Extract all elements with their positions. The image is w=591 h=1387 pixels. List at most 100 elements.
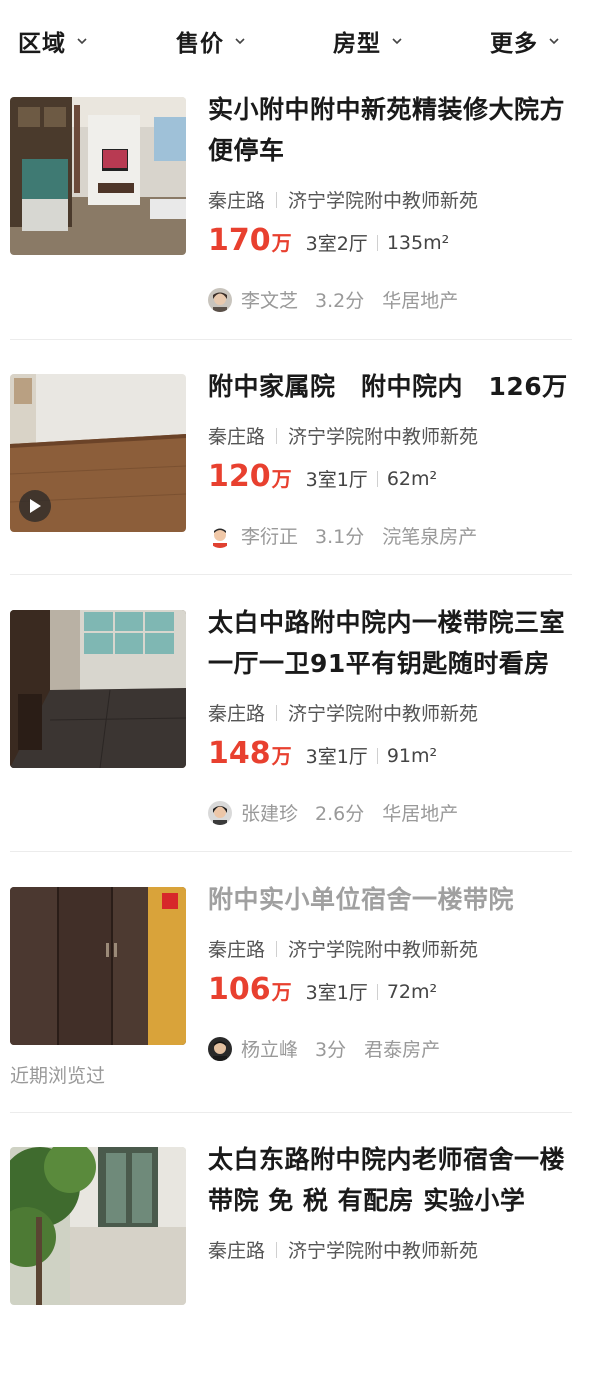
listing-specs: 3室1厅 91m² <box>306 742 438 769</box>
listing-photo[interactable] <box>10 97 186 255</box>
agent-company: 浣笔泉房产 <box>382 526 478 548</box>
agent-score: 3分 <box>315 1039 347 1061</box>
filter-region[interactable]: 区域 <box>18 24 88 58</box>
listing-area: 91m² <box>386 744 438 767</box>
listing-district: 秦庄路 <box>208 426 266 448</box>
agent-name: 李衍正 <box>241 526 299 548</box>
agent-name: 李文芝 <box>241 290 299 312</box>
listing-layout: 3室1厅 <box>305 469 368 491</box>
play-icon <box>30 499 41 513</box>
listing-divider <box>10 1112 572 1113</box>
filter-price[interactable]: 售价 <box>176 24 246 58</box>
divider <box>376 234 378 251</box>
listing-title[interactable]: 实小附中附中新苑精装修大院方便停车 <box>208 89 580 171</box>
listing-community: 济宁学院附中教师新苑 <box>288 1240 479 1262</box>
chevron-down-icon <box>549 38 559 45</box>
chevron-down-icon <box>77 38 87 45</box>
listing-title[interactable]: 太白中路附中院内一楼带院三室一厅一卫91平有钥匙随时看房 <box>208 602 580 684</box>
listing-district: 秦庄路 <box>208 1240 266 1262</box>
listing-agent[interactable]: 李文芝 3.2分 华居地产 <box>208 286 458 313</box>
divider <box>276 940 278 957</box>
recently-viewed-tag: 近期浏览过 <box>10 1065 106 1087</box>
filter-bar: 区域 售价 房型 更多 <box>0 0 591 82</box>
filter-more-label: 更多 <box>490 31 538 57</box>
listing-card[interactable]: 附中实小单位宿舍一楼带院 秦庄路 济宁学院附中教师新苑 106 万 3室1厅 7… <box>0 885 591 1127</box>
listing-price-row: 106 万 3室1厅 72m² <box>208 972 437 1007</box>
listing-divider <box>10 851 572 852</box>
listing-community: 济宁学院附中教师新苑 <box>288 426 479 448</box>
listing-card[interactable]: 太白东路附中院内老师宿舍一楼带院 免 税 有配房 实验小学 秦庄路 济宁学院附中… <box>0 1145 591 1387</box>
listing-community: 济宁学院附中教师新苑 <box>288 939 479 961</box>
agent-name: 张建珍 <box>241 803 299 825</box>
listing-layout: 3室2厅 <box>305 233 368 255</box>
listing-agent[interactable]: 李衍正 3.1分 浣笔泉房产 <box>208 522 477 549</box>
listing-divider <box>10 339 572 340</box>
listing-district: 秦庄路 <box>208 703 266 725</box>
listing-location: 秦庄路 济宁学院附中教师新苑 <box>208 699 478 726</box>
filter-layout-label: 房型 <box>333 31 381 57</box>
listing-price-row: 120 万 3室1厅 62m² <box>208 459 437 494</box>
listing-price: 170 <box>208 223 271 258</box>
listing-photo[interactable] <box>10 374 186 532</box>
listing-photo[interactable] <box>10 887 186 1045</box>
listing-district: 秦庄路 <box>208 939 266 961</box>
video-play-button[interactable] <box>19 490 51 522</box>
listing-location: 秦庄路 济宁学院附中教师新苑 <box>208 186 478 213</box>
listing-title[interactable]: 附中实小单位宿舍一楼带院 <box>208 879 580 920</box>
listing-price-row: 148 万 3室1厅 91m² <box>208 736 437 771</box>
listing-location: 秦庄路 济宁学院附中教师新苑 <box>208 935 478 962</box>
listing-price-unit: 万 <box>271 231 292 255</box>
listing-specs: 3室2厅 135m² <box>306 229 450 256</box>
agent-avatar <box>208 287 232 312</box>
filter-layout[interactable]: 房型 <box>333 24 403 58</box>
divider <box>376 983 378 1000</box>
agent-avatar <box>208 800 232 825</box>
listing-price-unit: 万 <box>271 467 292 491</box>
listing-divider <box>10 574 572 575</box>
agent-avatar <box>208 523 232 548</box>
divider <box>376 747 378 764</box>
listing-location: 秦庄路 济宁学院附中教师新苑 <box>208 422 478 449</box>
listing-card[interactable]: 太白中路附中院内一楼带院三室一厅一卫91平有钥匙随时看房 秦庄路 济宁学院附中教… <box>0 608 591 850</box>
agent-score: 3.1分 <box>315 526 365 548</box>
filter-price-label: 售价 <box>176 31 224 57</box>
listing-specs: 3室1厅 72m² <box>306 978 438 1005</box>
agent-company: 华居地产 <box>382 290 459 312</box>
listing-community: 济宁学院附中教师新苑 <box>288 703 479 725</box>
listing-price-row: 170 万 3室2厅 135m² <box>208 223 449 258</box>
agent-name: 杨立峰 <box>241 1039 299 1061</box>
listing-district: 秦庄路 <box>208 190 266 212</box>
chevron-down-icon <box>392 38 402 45</box>
agent-company: 华居地产 <box>382 803 459 825</box>
listing-photo[interactable] <box>10 1147 186 1305</box>
listing-price: 106 <box>208 972 271 1007</box>
filter-more[interactable]: 更多 <box>490 24 560 58</box>
listing-layout: 3室1厅 <box>305 982 368 1004</box>
listing-community: 济宁学院附中教师新苑 <box>288 190 479 212</box>
listing-price-unit: 万 <box>271 980 292 1004</box>
listing-card[interactable]: 实小附中附中新苑精装修大院方便停车 秦庄路 济宁学院附中教师新苑 170 万 3… <box>0 95 591 337</box>
agent-company: 君泰房产 <box>364 1039 441 1061</box>
divider <box>376 470 378 487</box>
listing-agent[interactable]: 杨立峰 3分 君泰房产 <box>208 1035 440 1062</box>
listing-price-unit: 万 <box>271 744 292 768</box>
divider <box>276 427 278 444</box>
listing-title[interactable]: 附中家属院 附中院内 126万 <box>208 366 580 407</box>
agent-avatar <box>208 1036 232 1061</box>
divider <box>276 191 278 208</box>
listing-photo[interactable] <box>10 610 186 768</box>
listing-agent[interactable]: 张建珍 2.6分 华居地产 <box>208 799 458 826</box>
agent-score: 3.2分 <box>315 290 365 312</box>
listing-area: 135m² <box>386 231 450 254</box>
listing-price: 120 <box>208 459 271 494</box>
listing-area: 62m² <box>386 467 438 490</box>
divider <box>276 1241 278 1258</box>
listing-price: 148 <box>208 736 271 771</box>
chevron-down-icon <box>235 38 245 45</box>
listing-card[interactable]: 附中家属院 附中院内 126万 秦庄路 济宁学院附中教师新苑 120 万 3室1… <box>0 372 591 614</box>
filter-region-label: 区域 <box>18 31 66 57</box>
listing-specs: 3室1厅 62m² <box>306 465 438 492</box>
listing-title[interactable]: 太白东路附中院内老师宿舍一楼带院 免 税 有配房 实验小学 <box>208 1139 580 1221</box>
listing-area: 72m² <box>386 980 438 1003</box>
agent-score: 2.6分 <box>315 803 365 825</box>
